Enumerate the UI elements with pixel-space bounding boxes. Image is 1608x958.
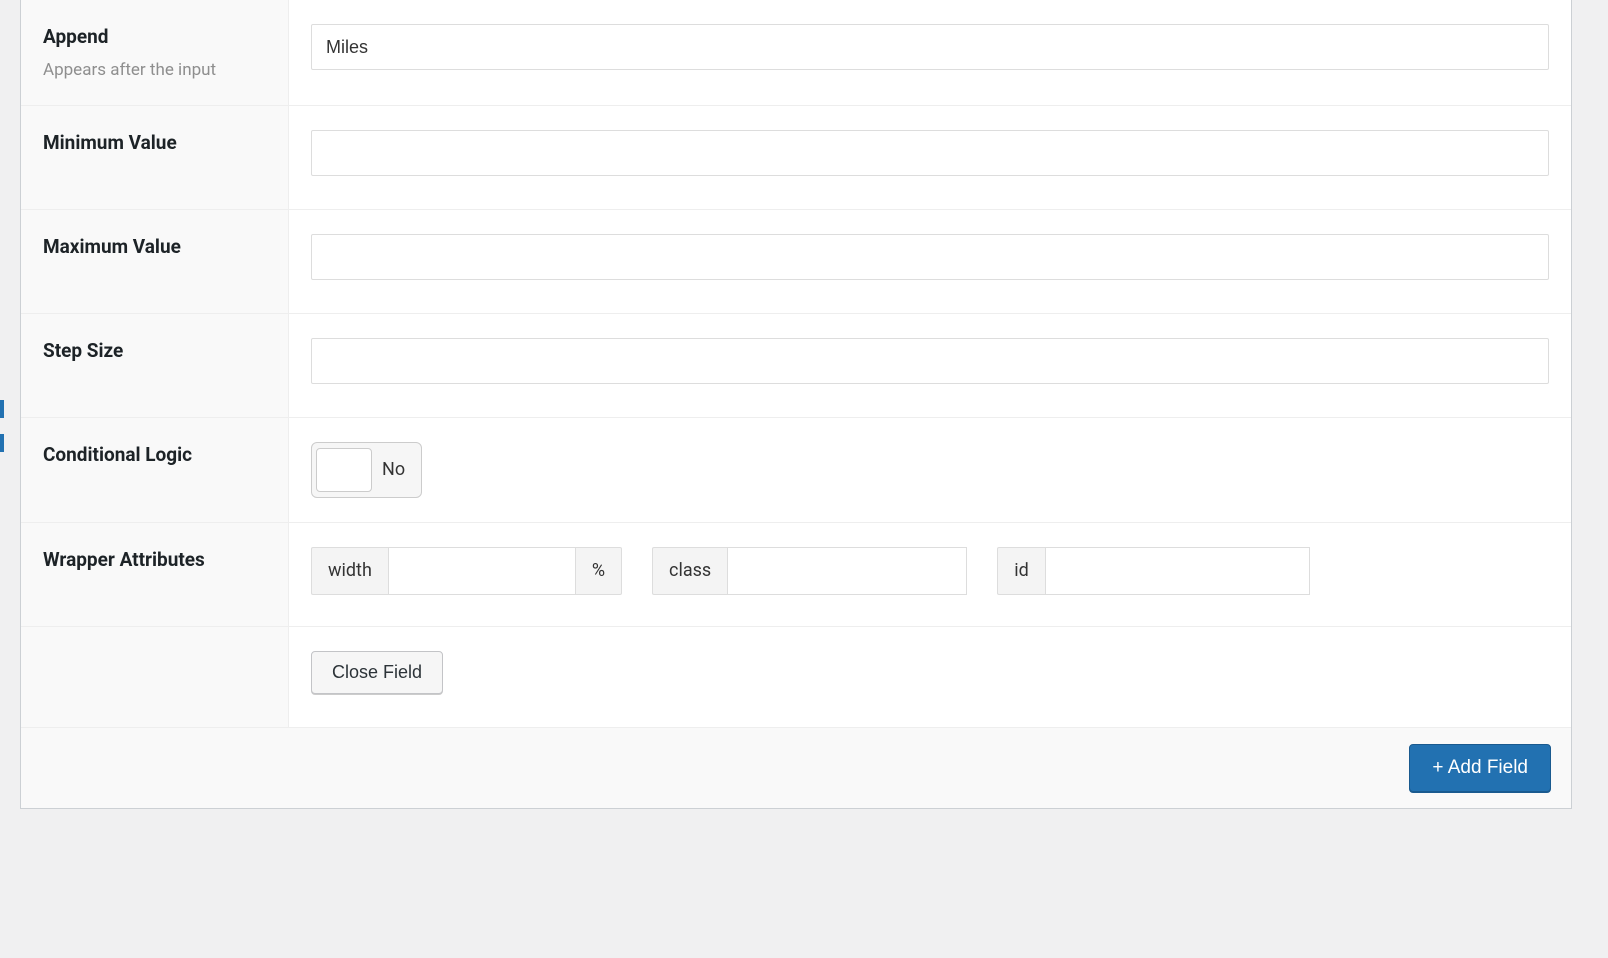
- wrapper-class-group: class: [652, 547, 967, 595]
- id-addon-label: id: [997, 547, 1045, 595]
- width-unit-label: %: [576, 547, 622, 595]
- wrapper-id-group: id: [997, 547, 1310, 595]
- wrapper-width-input[interactable]: [388, 547, 576, 595]
- panel-footer: + Add Field: [21, 728, 1571, 808]
- add-field-button[interactable]: + Add Field: [1409, 744, 1551, 792]
- minimum-value-input[interactable]: [311, 130, 1549, 176]
- toggle-state-label: No: [382, 459, 405, 480]
- wrapper-attributes-label: Wrapper Attributes: [43, 547, 266, 574]
- label-col: Wrapper Attributes: [21, 523, 289, 626]
- sidebar-accent-tick: [0, 434, 4, 452]
- row-maximum-value: Maximum Value: [21, 210, 1571, 314]
- width-addon-label: width: [311, 547, 388, 595]
- step-label: Step Size: [43, 338, 266, 365]
- sidebar-accent-tick: [0, 400, 4, 418]
- maximum-value-input[interactable]: [311, 234, 1549, 280]
- max-label: Maximum Value: [43, 234, 266, 261]
- row-conditional-logic: Conditional Logic No: [21, 418, 1571, 523]
- label-col-empty: [21, 627, 289, 727]
- conditional-logic-label: Conditional Logic: [43, 442, 266, 469]
- field-settings-panel: Append Appears after the input Minimum V…: [20, 0, 1572, 809]
- wrapper-class-input[interactable]: [727, 547, 967, 595]
- label-col: Conditional Logic: [21, 418, 289, 522]
- close-field-button[interactable]: Close Field: [311, 651, 443, 694]
- append-input[interactable]: [311, 24, 1549, 70]
- min-label: Minimum Value: [43, 130, 266, 157]
- append-label: Append: [43, 24, 266, 51]
- label-col: Append Appears after the input: [21, 0, 289, 105]
- row-wrapper-attributes: Wrapper Attributes width % class id: [21, 523, 1571, 627]
- row-minimum-value: Minimum Value: [21, 106, 1571, 210]
- label-col: Minimum Value: [21, 106, 289, 209]
- class-addon-label: class: [652, 547, 727, 595]
- append-desc: Appears after the input: [43, 59, 266, 81]
- wrapper-id-input[interactable]: [1045, 547, 1310, 595]
- row-append: Append Appears after the input: [21, 0, 1571, 106]
- step-size-input[interactable]: [311, 338, 1549, 384]
- row-step-size: Step Size: [21, 314, 1571, 418]
- label-col: Step Size: [21, 314, 289, 417]
- wrapper-width-group: width %: [311, 547, 622, 595]
- row-close-field: Close Field: [21, 627, 1571, 728]
- label-col: Maximum Value: [21, 210, 289, 313]
- conditional-logic-toggle[interactable]: No: [311, 442, 422, 498]
- toggle-knob: [316, 448, 372, 492]
